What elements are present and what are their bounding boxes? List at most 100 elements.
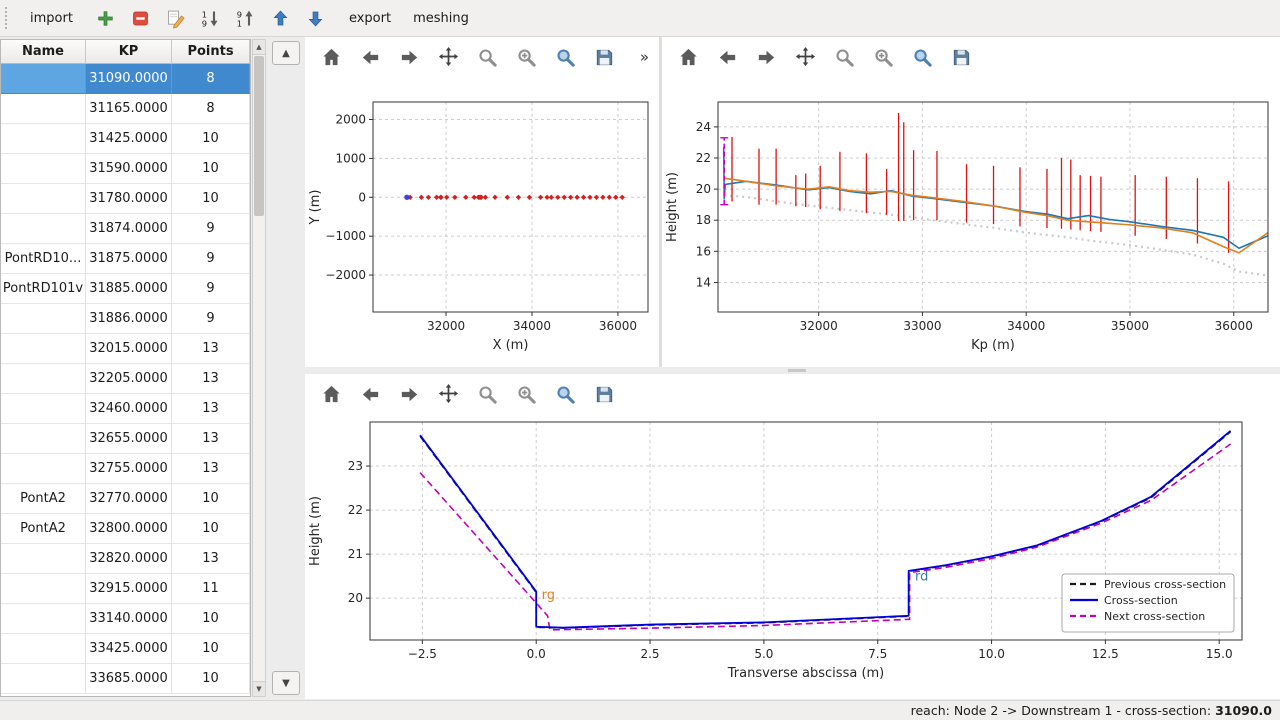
forward-button[interactable] [750,42,782,72]
cell-kp: 32820.0000 [86,544,172,574]
scrollbar-thumb[interactable] [254,56,264,216]
table-row[interactable]: 32460.0000 13 [1,394,250,424]
forward-button[interactable] [393,379,425,409]
svg-text:9: 9 [202,18,207,28]
cell-points: 10 [172,154,250,184]
home-button[interactable] [672,42,704,72]
back-button[interactable] [354,379,386,409]
table-row[interactable]: 32820.0000 13 [1,544,250,574]
table-row[interactable]: 31165.0000 8 [1,94,250,124]
back-icon [359,46,382,69]
cell-points: 9 [172,214,250,244]
scroll-page-down-button[interactable]: ▼ [272,671,300,695]
table-row[interactable]: 31780.0000 10 [1,184,250,214]
back-button[interactable] [711,42,743,72]
table-row[interactable]: PontRD10... 31875.0000 9 [1,244,250,274]
menu-meshing[interactable]: meshing [402,6,480,31]
cell-kp: 33425.0000 [86,634,172,664]
table-row[interactable]: 32015.0000 13 [1,334,250,364]
edit-icon [165,8,186,29]
table-row[interactable]: 33425.0000 10 [1,634,250,664]
table-row[interactable]: 32205.0000 13 [1,364,250,394]
xy-plot[interactable]: 320003400036000−2000−1000010002000X (m)Y… [305,79,659,367]
column-header-points[interactable]: Points [172,40,250,64]
cell-points: 10 [172,604,250,634]
scrollbar-up-icon[interactable]: ▲ [253,40,265,55]
svg-text:−2000: −2000 [325,268,366,282]
toolbar-overflow-button[interactable]: » [634,46,655,68]
add-button[interactable] [90,3,122,33]
svg-text:5.0: 5.0 [754,647,773,661]
table-row[interactable]: PontA2 32770.0000 10 [1,484,250,514]
table-row[interactable]: 31090.0000 8 [1,64,250,94]
move-down-button[interactable] [300,3,332,33]
toolbar-grip[interactable] [5,7,11,29]
save-button[interactable] [588,379,620,409]
back-button[interactable] [354,42,386,72]
cell-kp: 32800.0000 [86,514,172,544]
cell-points: 8 [172,94,250,124]
table-row[interactable]: 32655.0000 13 [1,424,250,454]
svg-text:rg: rg [542,588,555,603]
scroll-page-up-button[interactable]: ▲ [272,41,300,65]
zoom-rect-button[interactable] [549,42,581,72]
table-row[interactable]: 31874.0000 9 [1,214,250,244]
forward-button[interactable] [393,42,425,72]
cell-points: 10 [172,184,250,214]
cell-kp: 31590.0000 [86,154,172,184]
sort-asc-button[interactable]: 19 [195,3,227,33]
cross-section-plot[interactable]: rgrd−2.50.02.55.07.510.012.515.020212223… [305,414,1280,699]
pan-button[interactable] [432,42,464,72]
save-button[interactable] [588,42,620,72]
sort-desc-button[interactable]: 91 [230,3,262,33]
svg-text:1: 1 [237,18,242,28]
zoom-rect-button[interactable] [906,42,938,72]
table-row[interactable]: 32755.0000 13 [1,454,250,484]
home-button[interactable] [315,379,347,409]
cell-kp: 33140.0000 [86,604,172,634]
zoom-rect-button[interactable] [549,379,581,409]
zoom-button[interactable] [828,42,860,72]
pan-button[interactable] [432,379,464,409]
edit-button[interactable] [160,3,192,33]
zoom-in-button[interactable] [867,42,899,72]
zoom-in-icon [515,383,538,406]
remove-button[interactable] [125,3,157,33]
zoom-in-button[interactable] [510,42,542,72]
cell-kp: 31885.0000 [86,274,172,304]
table-row[interactable]: 33140.0000 10 [1,604,250,634]
svg-text:34000: 34000 [1007,319,1045,333]
column-header-kp[interactable]: KP [86,40,172,64]
horizontal-splitter[interactable] [305,367,1280,374]
table-row[interactable]: 31590.0000 10 [1,154,250,184]
splitter-handle[interactable] [788,369,806,372]
column-header-name[interactable]: Name [1,40,86,64]
zoom-in-button[interactable] [510,379,542,409]
table-scrollbar[interactable]: ▲ ▼ [252,39,266,697]
menu-import[interactable]: import [19,6,84,31]
table-row[interactable]: PontRD101v 31885.0000 9 [1,274,250,304]
home-button[interactable] [315,42,347,72]
svg-text:−2.5: −2.5 [408,647,437,661]
table-row[interactable]: 31425.0000 10 [1,124,250,154]
xy-plot-panel: » 320003400036000−2000−1000010002000X (m… [305,37,659,367]
zoom-button[interactable] [471,379,503,409]
profile-plot[interactable]: 3200033000340003500036000141618202224Kp … [662,79,1280,367]
back-icon [716,46,739,69]
menu-export[interactable]: export [338,6,402,31]
pan-button[interactable] [789,42,821,72]
svg-text:32000: 32000 [427,319,465,333]
home-icon [320,46,343,69]
zoom-button[interactable] [471,42,503,72]
svg-text:Transverse abscissa (m): Transverse abscissa (m) [727,666,885,681]
scrollbar-down-icon[interactable]: ▼ [253,681,265,696]
table-row[interactable]: PontA2 32800.0000 10 [1,514,250,544]
move-up-button[interactable] [265,3,297,33]
table-row[interactable]: 31886.0000 9 [1,304,250,334]
svg-text:15.0: 15.0 [1206,647,1233,661]
table-row[interactable]: 33685.0000 10 [1,664,250,694]
menubar: import 1991 export meshing [0,0,1280,37]
save-button[interactable] [945,42,977,72]
save-icon [593,46,616,69]
table-row[interactable]: 32915.0000 11 [1,574,250,604]
